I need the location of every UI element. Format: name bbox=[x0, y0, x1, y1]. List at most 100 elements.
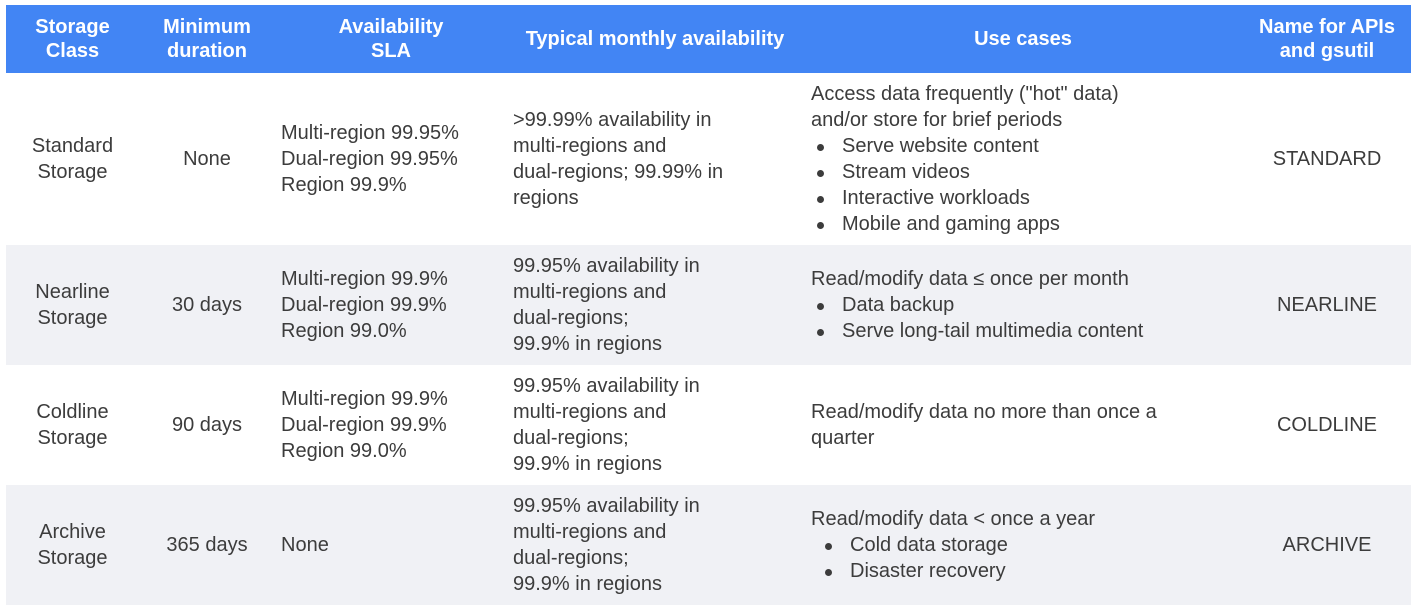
header-api-name: Name for APIs and gsutil bbox=[1243, 15, 1411, 63]
cell-use-cases: Read/modify data no more than once a qua… bbox=[803, 399, 1243, 451]
cell-typical-monthly: 99.95% availability in multi-regions and… bbox=[507, 373, 803, 477]
use-case-intro: Access data frequently ("hot" data) bbox=[811, 83, 1119, 105]
use-case-intro: quarter bbox=[811, 427, 875, 449]
use-case-item: Interactive workloads bbox=[811, 185, 1243, 211]
cell-line: None bbox=[281, 534, 329, 556]
cell-line: Storage bbox=[37, 161, 108, 183]
cell-api-name: STANDARD bbox=[1272, 148, 1382, 170]
cell-line: 99.95% availability in bbox=[513, 375, 700, 397]
cell-line: Dual-region 99.9% bbox=[281, 294, 447, 316]
cell-storage-class: Archive Storage bbox=[6, 519, 139, 571]
cell-line: 90 days bbox=[171, 414, 243, 436]
header-minimum-duration: Minimum duration bbox=[139, 15, 275, 63]
cell-line: Region 99.0% bbox=[281, 320, 407, 342]
storage-classes-table: Storage Class Minimum duration Availabil… bbox=[6, 5, 1411, 605]
cell-line: Region 99.0% bbox=[281, 440, 407, 462]
cell-line: 99.9% in regions bbox=[513, 333, 662, 355]
cell-availability-sla: Multi-region 99.9% Dual-region 99.9% Reg… bbox=[275, 386, 507, 464]
use-case-list: Serve website content Stream videos Inte… bbox=[811, 133, 1243, 237]
cell-availability-sla: None bbox=[275, 532, 507, 558]
cell-api-name: ARCHIVE bbox=[1282, 534, 1372, 556]
use-case-list: Cold data storage Disaster recovery bbox=[811, 532, 1243, 584]
header-line: Availability bbox=[338, 16, 444, 38]
cell-line: Standard bbox=[31, 135, 114, 157]
header-line: Storage bbox=[35, 16, 110, 38]
use-case-item: Stream videos bbox=[811, 159, 1243, 185]
header-line: Class bbox=[45, 40, 100, 62]
cell-line: dual-regions; bbox=[513, 547, 629, 569]
cell-line: >99.99% availability in bbox=[513, 109, 712, 131]
cell-storage-class: Nearline Storage bbox=[6, 279, 139, 331]
cell-storage-class: Coldline Storage bbox=[6, 399, 139, 451]
cell-line: multi-regions and bbox=[513, 401, 667, 423]
cell-minimum-duration: 30 days bbox=[139, 292, 275, 318]
cell-minimum-duration: 365 days bbox=[139, 532, 275, 558]
table-row-archive: Archive Storage 365 days None 99.95% ava… bbox=[6, 485, 1411, 605]
use-case-item: Disaster recovery bbox=[819, 558, 1243, 584]
cell-line: None bbox=[183, 148, 231, 170]
cell-line: 99.9% in regions bbox=[513, 573, 662, 595]
cell-use-cases: Read/modify data < once a year Cold data… bbox=[803, 506, 1243, 584]
table-row-coldline: Coldline Storage 90 days Multi-region 99… bbox=[6, 365, 1411, 485]
cell-availability-sla: Multi-region 99.9% Dual-region 99.9% Reg… bbox=[275, 266, 507, 344]
use-case-list: Data backup Serve long-tail multimedia c… bbox=[811, 292, 1243, 344]
cell-api-name: COLDLINE bbox=[1276, 414, 1378, 436]
cell-line: Multi-region 99.9% bbox=[281, 268, 448, 290]
use-case-intro: Read/modify data < once a year bbox=[811, 508, 1096, 530]
use-case-item: Cold data storage bbox=[819, 532, 1243, 558]
cell-use-cases: Read/modify data ≤ once per month Data b… bbox=[803, 266, 1243, 344]
use-case-item: Serve website content bbox=[811, 133, 1243, 159]
use-case-item: Serve long-tail multimedia content bbox=[811, 318, 1243, 344]
cell-line: Dual-region 99.95% bbox=[281, 148, 458, 170]
cell-storage-class: Standard Storage bbox=[6, 133, 139, 185]
table-row-nearline: Nearline Storage 30 days Multi-region 99… bbox=[6, 245, 1411, 365]
cell-line: Multi-region 99.95% bbox=[281, 122, 459, 144]
header-line: and gsutil bbox=[1279, 40, 1375, 62]
cell-line: dual-regions; bbox=[513, 307, 629, 329]
use-case-item: Mobile and gaming apps bbox=[811, 211, 1243, 237]
cell-line: Coldline bbox=[36, 401, 109, 423]
cell-minimum-duration: 90 days bbox=[139, 412, 275, 438]
cell-use-cases: Access data frequently ("hot" data) and/… bbox=[803, 81, 1243, 237]
cell-line: 99.95% availability in bbox=[513, 255, 700, 277]
cell-line: regions bbox=[513, 187, 579, 209]
header-use-cases: Use cases bbox=[803, 27, 1243, 51]
cell-line: 99.95% availability in bbox=[513, 495, 700, 517]
cell-line: Dual-region 99.9% bbox=[281, 414, 447, 436]
use-case-intro: and/or store for brief periods bbox=[811, 109, 1063, 131]
cell-availability-sla: Multi-region 99.95% Dual-region 99.95% R… bbox=[275, 120, 507, 198]
cell-line: multi-regions and bbox=[513, 281, 667, 303]
cell-line: Storage bbox=[37, 427, 108, 449]
cell-minimum-duration: None bbox=[139, 146, 275, 172]
header-typical-monthly-availability: Typical monthly availability bbox=[507, 27, 803, 51]
use-case-intro: Read/modify data ≤ once per month bbox=[811, 268, 1129, 290]
header-line: Name for APIs bbox=[1259, 16, 1395, 38]
use-case-item: Data backup bbox=[811, 292, 1243, 318]
cell-line: dual-regions; 99.99% in bbox=[513, 161, 724, 183]
cell-line: 365 days bbox=[166, 534, 248, 556]
cell-line: multi-regions and bbox=[513, 521, 667, 543]
cell-line: Multi-region 99.9% bbox=[281, 388, 448, 410]
header-line: SLA bbox=[371, 40, 411, 62]
cell-line: multi-regions and bbox=[513, 135, 667, 157]
cell-line: 30 days bbox=[171, 294, 243, 316]
cell-line: Nearline bbox=[35, 281, 110, 303]
cell-line: Storage bbox=[37, 547, 108, 569]
cell-line: 99.9% in regions bbox=[513, 453, 662, 475]
cell-line: dual-regions; bbox=[513, 427, 629, 449]
cell-typical-monthly: 99.95% availability in multi-regions and… bbox=[507, 253, 803, 357]
header-line: Use cases bbox=[974, 28, 1072, 50]
cell-api-name: NEARLINE bbox=[1276, 294, 1378, 316]
table-row-standard: Standard Storage None Multi-region 99.95… bbox=[6, 73, 1411, 245]
table-header: Storage Class Minimum duration Availabil… bbox=[6, 5, 1411, 73]
cell-typical-monthly: 99.95% availability in multi-regions and… bbox=[507, 493, 803, 597]
header-line: duration bbox=[167, 40, 247, 62]
cell-line: Region 99.9% bbox=[281, 174, 407, 196]
header-storage-class: Storage Class bbox=[6, 15, 139, 63]
use-case-intro: Read/modify data no more than once a bbox=[811, 401, 1157, 423]
cell-line: Storage bbox=[37, 307, 108, 329]
header-line: Typical monthly availability bbox=[525, 28, 785, 50]
cell-typical-monthly: >99.99% availability in multi-regions an… bbox=[507, 107, 803, 211]
header-availability-sla: Availability SLA bbox=[275, 15, 507, 63]
header-line: Minimum bbox=[163, 16, 251, 38]
